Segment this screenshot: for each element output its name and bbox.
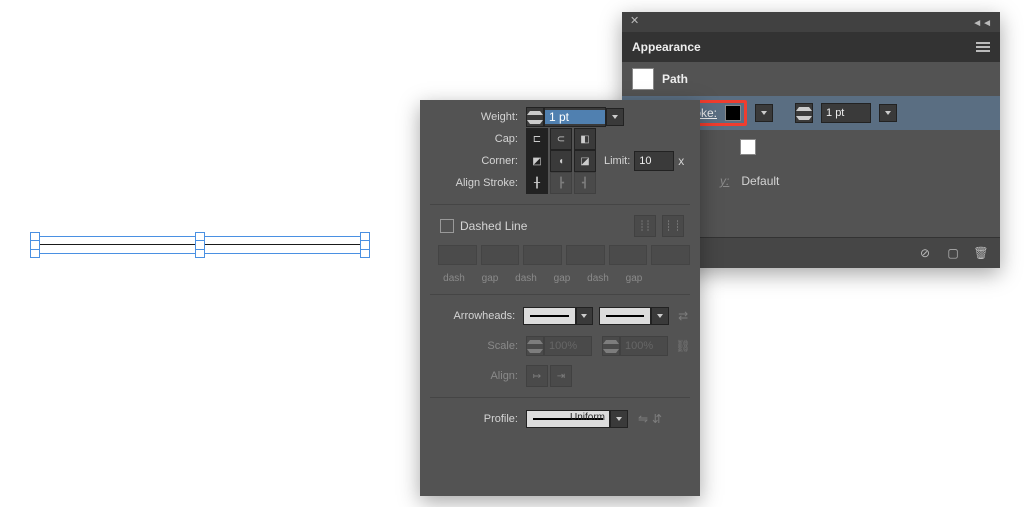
cap-label: Cap: bbox=[430, 133, 526, 145]
dash-header-3: dash bbox=[510, 273, 542, 284]
link-scale-icon: ⛓ bbox=[676, 339, 690, 353]
dashed-checkbox[interactable] bbox=[440, 219, 454, 233]
profile-dropdown[interactable] bbox=[610, 410, 628, 428]
dash-field-3 bbox=[609, 245, 648, 265]
flip-horizontal-icon[interactable]: ⇋ bbox=[636, 412, 650, 426]
dash-field-2 bbox=[523, 245, 562, 265]
arrow-start-dropdown[interactable] bbox=[576, 307, 593, 325]
scale-end-field: 100% bbox=[620, 336, 668, 356]
appearance-tabs: Appearance bbox=[622, 32, 1000, 62]
scale-label: Scale: bbox=[430, 340, 526, 352]
gap-field-3 bbox=[651, 245, 690, 265]
appearance-path-header: Path bbox=[622, 62, 1000, 96]
cap-projecting-icon[interactable]: ◧ bbox=[574, 128, 596, 150]
profile-value: Uniform bbox=[570, 412, 605, 423]
stroke-panel: Weight: 1 pt Cap: ⊏ ⊂ ◧ Corner: ◩ ◖ ◪ bbox=[420, 100, 700, 496]
trash-icon[interactable]: 🗑 bbox=[974, 246, 988, 260]
arrow-align-place-icon: ⇥ bbox=[550, 365, 572, 387]
path-label: Path bbox=[662, 72, 688, 86]
arrowheads-label: Arrowheads: bbox=[430, 310, 523, 322]
limit-label: Limit: bbox=[604, 155, 634, 167]
dash-field-1 bbox=[438, 245, 477, 265]
arrow-start-swatch[interactable] bbox=[523, 307, 575, 325]
dash-header-5: dash bbox=[582, 273, 614, 284]
canvas-selection bbox=[30, 230, 370, 260]
corner-miter-icon[interactable]: ◩ bbox=[526, 150, 548, 172]
dash-header-4: gap bbox=[546, 273, 578, 284]
profile-swatch[interactable]: Uniform bbox=[526, 410, 610, 428]
scale-start-stepper bbox=[526, 336, 544, 356]
close-icon[interactable]: ✕ bbox=[630, 15, 642, 27]
swap-arrows-icon[interactable]: ⇄ bbox=[676, 309, 690, 323]
panel-menu-icon[interactable] bbox=[976, 42, 990, 52]
weight-dropdown[interactable] bbox=[606, 108, 624, 126]
flip-vertical-icon[interactable]: ⇵ bbox=[650, 412, 664, 426]
dash-align-icon: ┊ ┊ bbox=[662, 215, 684, 237]
corner-round-icon[interactable]: ◖ bbox=[550, 150, 572, 172]
dashed-label: Dashed Line bbox=[460, 219, 527, 233]
stroke-color-dropdown[interactable] bbox=[755, 104, 773, 122]
handle-mc[interactable] bbox=[195, 240, 205, 250]
collapse-icon[interactable]: ◄◄ bbox=[972, 18, 992, 29]
arrow-align-label: Align: bbox=[430, 370, 526, 382]
stroke-color-swatch[interactable] bbox=[725, 105, 741, 121]
opacity-value: Default bbox=[741, 174, 779, 188]
weight-field[interactable]: 1 pt bbox=[544, 107, 606, 127]
align-outside-icon: ┫ bbox=[574, 172, 596, 194]
stroke-weight-stepper[interactable] bbox=[795, 103, 813, 123]
scale-end-stepper bbox=[602, 336, 620, 356]
arrow-align-extend-icon: ↦ bbox=[526, 365, 548, 387]
handle-mr[interactable] bbox=[360, 240, 370, 250]
fill-swatch[interactable] bbox=[632, 68, 654, 90]
gap-field-1 bbox=[481, 245, 520, 265]
appearance-titlebar[interactable]: ✕ ◄◄ bbox=[622, 12, 1000, 32]
arrow-end-dropdown[interactable] bbox=[651, 307, 668, 325]
limit-unit: x bbox=[678, 154, 684, 168]
corner-label: Corner: bbox=[430, 155, 526, 167]
cap-round-icon[interactable]: ⊂ bbox=[550, 128, 572, 150]
arrow-end-swatch[interactable] bbox=[599, 307, 651, 325]
align-stroke-label: Align Stroke: bbox=[430, 177, 526, 189]
dash-header-6: gap bbox=[618, 273, 650, 284]
corner-bevel-icon[interactable]: ◪ bbox=[574, 150, 596, 172]
scale-start-field: 100% bbox=[544, 336, 592, 356]
limit-field[interactable]: 10 bbox=[634, 151, 674, 171]
align-center-icon[interactable]: ╂ bbox=[526, 172, 548, 194]
weight-row: Weight: 1 pt bbox=[430, 106, 690, 128]
fill-none-swatch[interactable] bbox=[740, 139, 756, 155]
handle-ml[interactable] bbox=[30, 240, 40, 250]
stroke-weight-field[interactable]: 1 pt bbox=[821, 103, 871, 123]
weight-stepper[interactable] bbox=[526, 107, 544, 127]
align-inside-icon: ┣ bbox=[550, 172, 572, 194]
tab-appearance[interactable]: Appearance bbox=[632, 40, 701, 54]
dash-header-2: gap bbox=[474, 273, 506, 284]
add-fx-icon[interactable]: ▢ bbox=[946, 246, 960, 260]
profile-label: Profile: bbox=[430, 413, 526, 425]
stroke-weight-dropdown[interactable] bbox=[879, 104, 897, 122]
dash-preserve-icon: ┊┊ bbox=[634, 215, 656, 237]
cap-butt-icon[interactable]: ⊏ bbox=[526, 128, 548, 150]
weight-label: Weight: bbox=[430, 111, 526, 123]
opacity-label[interactable]: y: bbox=[720, 174, 729, 188]
dash-header-1: dash bbox=[438, 273, 470, 284]
gap-field-2 bbox=[566, 245, 605, 265]
clear-icon[interactable]: ⊘ bbox=[918, 246, 932, 260]
